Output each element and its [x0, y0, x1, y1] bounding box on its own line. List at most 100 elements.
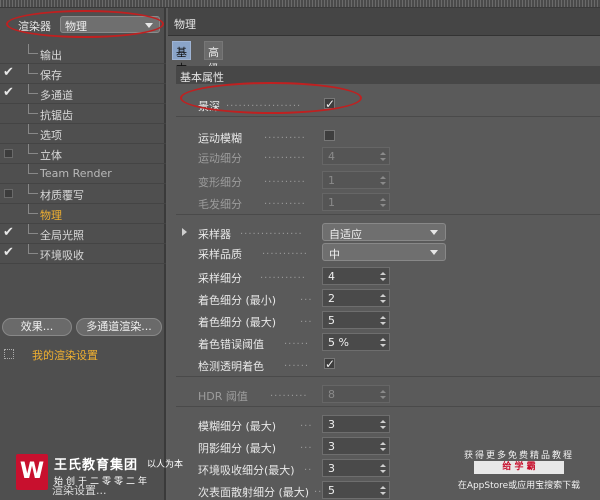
effects-button[interactable]: 效果...: [2, 318, 72, 336]
window-top-strip: [0, 0, 600, 8]
property-spinner[interactable]: 4: [322, 267, 390, 285]
property-row: 模糊细分 (最大)... 3: [168, 414, 600, 434]
spinner-value: 3: [328, 462, 335, 475]
spin-up-icon[interactable]: [380, 338, 386, 341]
expand-arrow-icon[interactable]: [182, 228, 187, 236]
sidebar-item-label: 保存: [40, 69, 62, 82]
renderer-select[interactable]: 物理: [60, 16, 160, 33]
tab-advanced[interactable]: 高级: [204, 41, 223, 75]
property-row: 景深.................. ✓: [168, 94, 600, 114]
spin-down-icon[interactable]: [380, 448, 386, 451]
spin-down-icon[interactable]: [380, 300, 386, 303]
sidebar-item-global-illumination[interactable]: ✔ 全局光照: [0, 224, 166, 244]
section-divider: [176, 376, 600, 377]
property-label: HDR 阈值: [198, 390, 248, 403]
tab-basic[interactable]: 基本: [172, 41, 191, 75]
property-spinner[interactable]: 5 %: [322, 333, 390, 351]
property-spinner: 1: [322, 193, 390, 211]
leader-dots: ..........: [264, 150, 306, 161]
spin-down-icon[interactable]: [380, 492, 386, 495]
sidebar-item-label: 多通道: [40, 89, 73, 102]
spin-up-icon[interactable]: [380, 486, 386, 489]
spinner-value: 5 %: [328, 336, 349, 349]
spin-down-icon[interactable]: [380, 344, 386, 347]
property-dropdown[interactable]: 自适应: [322, 223, 446, 241]
spin-up-icon[interactable]: [380, 272, 386, 275]
property-label: 模糊细分 (最大): [198, 420, 277, 433]
spin-up-icon: [380, 176, 386, 179]
preset-item[interactable]: 我的渲染设置: [0, 344, 166, 364]
sidebar-item-output[interactable]: 输出: [0, 44, 166, 64]
spin-down-icon[interactable]: [380, 278, 386, 281]
sidebar-item-options[interactable]: 选项: [0, 124, 166, 144]
spin-up-icon[interactable]: [380, 420, 386, 423]
spin-down-icon[interactable]: [380, 470, 386, 473]
property-label: 环境吸收细分(最大): [198, 464, 295, 477]
dropdown-value: 中: [329, 248, 340, 261]
sidebar-item-team-render[interactable]: Team Render: [0, 164, 166, 184]
spin-down-icon[interactable]: [380, 426, 386, 429]
checkmark-icon[interactable]: ✔: [3, 246, 15, 260]
checkmark-icon[interactable]: ✔: [3, 66, 15, 80]
sidebar-item-antialiasing[interactable]: 抗锯齿: [0, 104, 166, 124]
sidebar-item-material-override[interactable]: 材质覆写: [0, 184, 166, 204]
spin-up-icon: [380, 390, 386, 393]
leader-dots: ...: [300, 440, 313, 451]
property-spinner[interactable]: 3: [322, 437, 390, 455]
sidebar-item-multipass[interactable]: ✔ 多通道: [0, 84, 166, 104]
property-row: 运动细分.......... 4: [168, 146, 600, 166]
property-spinner[interactable]: 5: [322, 481, 390, 499]
spin-up-icon[interactable]: [380, 464, 386, 467]
spinner-value: 8: [328, 388, 335, 401]
property-dropdown[interactable]: 中: [322, 243, 446, 261]
sidebar-item-physical[interactable]: 物理: [0, 204, 166, 224]
tree-branch-icon: [28, 164, 38, 174]
leader-dots: ..................: [226, 98, 302, 109]
property-spinner[interactable]: 3: [322, 415, 390, 433]
property-row: HDR 阈值......... 8: [168, 384, 600, 404]
sidebar-item-ambient-occlusion[interactable]: ✔ 环境吸收: [0, 244, 166, 264]
checkmark-icon[interactable]: ✔: [3, 86, 15, 100]
leader-dots: ...: [300, 292, 313, 303]
spin-down-icon: [380, 204, 386, 207]
section-divider: [176, 214, 600, 215]
chevron-down-icon: [430, 230, 438, 235]
sidebar-item-label: 输出: [40, 49, 62, 62]
sidebar-item-stereo[interactable]: 立体: [0, 144, 166, 164]
checkbox-checked[interactable]: ✓: [324, 98, 335, 110]
property-spinner[interactable]: 5: [322, 311, 390, 329]
spin-up-icon[interactable]: [380, 442, 386, 445]
tree-branch-icon: [28, 44, 38, 54]
property-row: 检测透明着色...... ✓: [168, 354, 600, 374]
chevron-down-icon: [430, 250, 438, 255]
property-spinner[interactable]: 2: [322, 289, 390, 307]
sidebar-item-label: 抗锯齿: [40, 109, 73, 122]
property-label: 检测透明着色: [198, 360, 264, 373]
checkbox-unchecked[interactable]: [4, 149, 13, 158]
spin-up-icon[interactable]: [380, 316, 386, 319]
checkbox-unchecked[interactable]: [324, 130, 335, 141]
tree-branch-icon: [28, 84, 38, 94]
checkmark-icon[interactable]: ✔: [3, 226, 15, 240]
checkbox-unchecked[interactable]: [4, 189, 13, 198]
property-label: 采样器: [198, 228, 231, 241]
watermark-line2: 给 学 霸: [474, 461, 564, 474]
property-spinner[interactable]: 3: [322, 459, 390, 477]
tree-branch-icon: [28, 144, 38, 154]
leader-dots: ......: [284, 336, 310, 347]
property-label: 着色错误阈值: [198, 338, 264, 351]
watermark-right: 获得更多免费精品教程 给 学 霸 在AppStore或应用宝搜索下载: [446, 448, 592, 492]
multipass-render-button[interactable]: 多通道渲染...: [76, 318, 162, 336]
panel-header: 物理: [168, 8, 600, 36]
spin-down-icon: [380, 158, 386, 161]
property-label: 变形细分: [198, 176, 242, 189]
sidebar-item-label: 物理: [40, 209, 62, 222]
property-row: 着色细分 (最小)... 2: [168, 288, 600, 308]
spin-up-icon[interactable]: [380, 294, 386, 297]
spin-down-icon[interactable]: [380, 322, 386, 325]
spinner-value: 3: [328, 418, 335, 431]
renderer-row: 渲染器 物理: [0, 14, 166, 34]
checkbox-checked[interactable]: ✓: [324, 358, 335, 370]
tree-branch-icon: [28, 204, 38, 214]
sidebar-item-save[interactable]: ✔ 保存: [0, 64, 166, 84]
